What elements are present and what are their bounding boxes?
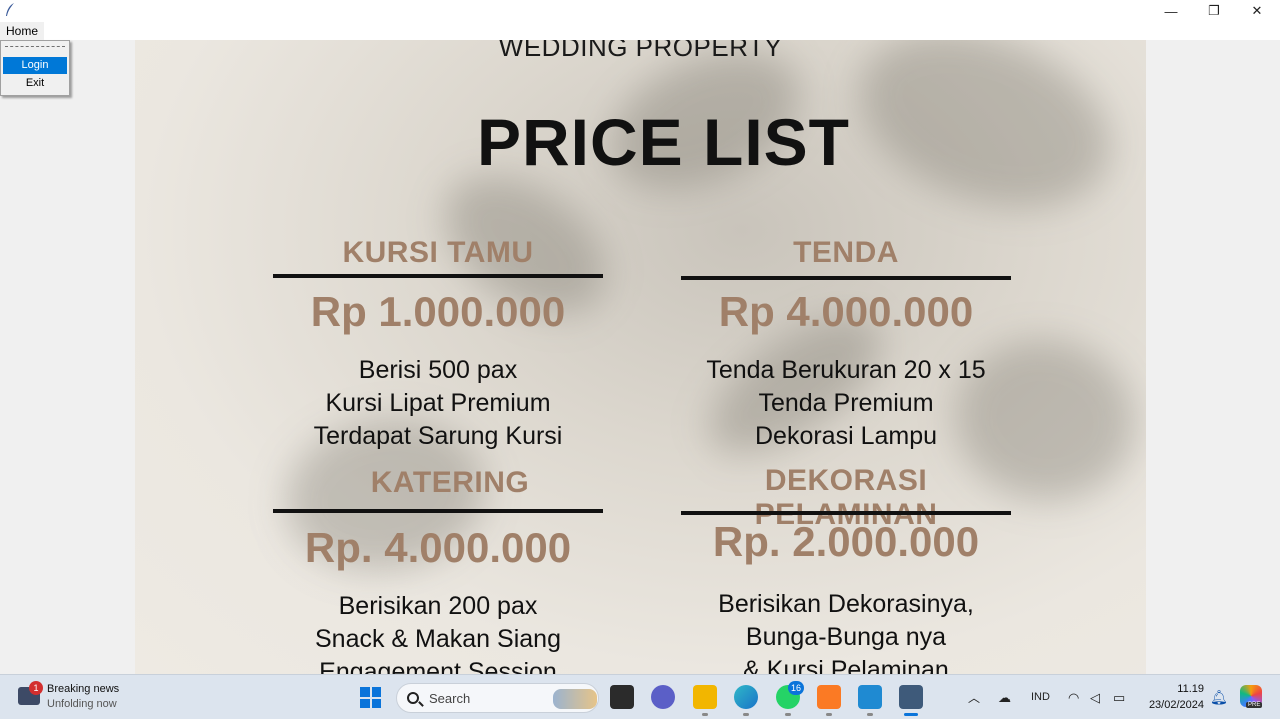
task-view-icon[interactable] (610, 685, 634, 709)
price-list-image: WEDDING PROPERTY PRICE LIST KURSI TAMU R… (135, 40, 1146, 674)
category-price-katering: Rp. 4.000.000 (304, 524, 572, 571)
clock-date[interactable]: 23/02/2024 (1140, 699, 1204, 711)
poster-title: PRICE LIST (476, 105, 851, 179)
clock-time[interactable]: 11.19 (1140, 683, 1204, 695)
chevron-up-icon[interactable]: ︿ (968, 689, 980, 706)
windows-logo-quad (360, 687, 370, 697)
news-badge: 1 (29, 681, 43, 695)
running-indicator (867, 713, 873, 716)
volume-icon[interactable]: ◁ (1090, 690, 1100, 706)
desc-line: Berisi 500 pax (358, 356, 518, 384)
category-desc-tenda: Tenda Berukuran 20 x 15 Tenda Premium De… (681, 354, 1011, 453)
desc-line: Dekorasi Lampu (754, 422, 938, 450)
file-explorer-icon[interactable] (693, 685, 717, 709)
edge-icon[interactable] (734, 685, 758, 709)
running-indicator (743, 713, 749, 716)
desc-line: & Kursi Pelaminan (743, 656, 949, 674)
category-desc-kursi-tamu: Berisi 500 pax Kursi Lipat Premium Terda… (273, 354, 603, 453)
feather-icon (6, 3, 14, 16)
category-price-dekorasi-pelaminan: Rp. 2.000.000 (712, 518, 980, 565)
category-divider (273, 274, 603, 278)
desc-line: Berisikan 200 pax (338, 592, 538, 620)
category-divider (273, 509, 603, 513)
menu-bar: Home (0, 22, 1280, 40)
active-indicator (904, 713, 918, 716)
desc-line: Tenda Premium (758, 389, 934, 417)
category-price-kursi-tamu: Rp 1.000.000 (310, 288, 566, 335)
desc-line: Tenda Berukuran 20 x 15 (706, 356, 986, 384)
running-indicator (826, 713, 832, 716)
search-placeholder: Search (429, 691, 471, 706)
notification-bell-icon[interactable]: 🔔︎ (1210, 689, 1228, 706)
tearoff-line[interactable] (5, 46, 65, 47)
poster-header: WEDDING PROPERTY (498, 40, 783, 62)
teams-chat-icon[interactable] (651, 685, 675, 709)
start-button[interactable] (360, 687, 381, 708)
windows-logo-quad (371, 698, 381, 708)
maximize-button[interactable]: ❐ (1192, 0, 1236, 22)
menu-home[interactable]: Home (0, 22, 45, 40)
python-app-icon[interactable] (899, 685, 923, 709)
wifi-icon[interactable]: ◠ (1068, 690, 1079, 706)
search-highlight-icon (553, 689, 597, 709)
desc-line: Snack & Makan Siang (315, 625, 561, 653)
desc-line: Berisikan Dekorasinya, (718, 590, 974, 618)
category-price-tenda: Rp 4.000.000 (718, 288, 974, 335)
category-title-tenda: TENDA (793, 236, 899, 269)
news-title: Breaking news (47, 683, 120, 695)
xampp-icon[interactable] (817, 685, 841, 709)
category-desc-dekorasi-pelaminan: Berisikan Dekorasinya, Bunga-Bunga nya &… (681, 588, 1011, 674)
close-button[interactable]: ✕ (1235, 0, 1279, 22)
running-indicator (785, 713, 791, 716)
minimize-button[interactable]: — (1149, 0, 1193, 22)
language-indicator[interactable]: IND (1031, 691, 1050, 703)
search-icon (407, 692, 419, 704)
desc-line: Bunga-Bunga nya (745, 623, 947, 651)
desc-line: Kursi Lipat Premium (325, 389, 551, 417)
windows-logo-quad (360, 698, 370, 708)
category-divider (681, 276, 1011, 280)
windows-logo-quad (371, 687, 381, 697)
vscode-icon[interactable] (858, 685, 882, 709)
menu-item-login[interactable]: Login (3, 57, 67, 74)
menu-item-exit[interactable]: Exit (3, 75, 67, 92)
whatsapp-badge: 16 (788, 681, 804, 695)
desc-line: Engagement Session (319, 658, 557, 674)
desc-line: Terdapat Sarung Kursi (313, 422, 563, 450)
home-dropdown-menu: Login Exit (0, 40, 70, 96)
onedrive-icon[interactable]: ☁ (998, 690, 1011, 706)
copilot-preview-badge: PRE (1246, 702, 1263, 708)
battery-icon[interactable]: ▭ (1113, 690, 1125, 706)
taskbar-search[interactable]: Search (396, 683, 599, 713)
category-divider (681, 511, 1011, 515)
category-title-kursi-tamu: KURSI TAMU (342, 236, 534, 269)
taskbar: 1 Breaking news Unfolding now Search 16 … (0, 674, 1280, 719)
running-indicator (702, 713, 708, 716)
news-subtitle: Unfolding now (47, 698, 117, 710)
category-desc-katering: Berisikan 200 pax Snack & Makan Siang En… (273, 590, 603, 674)
title-bar: — ❐ ✕ (0, 0, 1280, 22)
category-title-katering: KATERING (370, 466, 530, 499)
